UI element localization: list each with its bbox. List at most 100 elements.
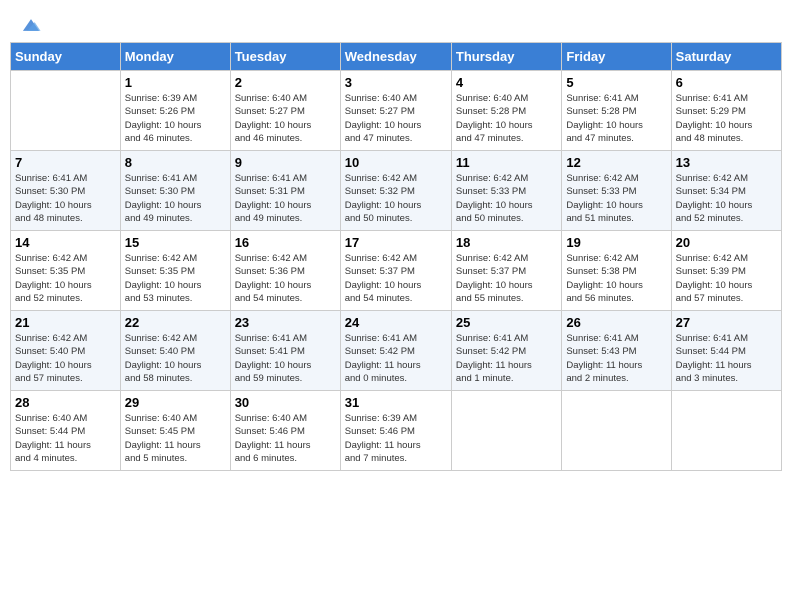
day-info: Sunrise: 6:40 AM Sunset: 5:28 PM Dayligh… [456,92,557,145]
day-cell: 11Sunrise: 6:42 AM Sunset: 5:33 PM Dayli… [451,151,561,231]
day-info: Sunrise: 6:40 AM Sunset: 5:27 PM Dayligh… [345,92,447,145]
week-row-4: 21 Sunrise: 6:42 AM Sunset: 5:40 PM Dayli… [11,311,782,391]
day-number: 14 [15,235,116,250]
day-cell: 25 Sunrise: 6:41 AM Sunset: 5:42 PM Dayli… [451,311,561,391]
day-info: Sunrise: 6:39 AM Sunset: 5:26 PM Dayligh… [125,92,226,145]
column-header-tuesday: Tuesday [230,43,340,71]
day-info: Sunrise: 6:41 AM Sunset: 5:30 PM Dayligh… [15,172,116,225]
column-header-monday: Monday [120,43,230,71]
day-number: 23 [235,315,336,330]
day-cell: 12 Sunrise: 6:42 AM Sunset: 5:33 PM Dayli… [562,151,671,231]
day-info: Sunrise: 6:41 AM Sunset: 5:43 PM Dayligh… [566,332,666,385]
day-number: 8 [125,155,226,170]
day-cell: 4 Sunrise: 6:40 AM Sunset: 5:28 PM Daylig… [451,71,561,151]
day-cell [451,391,561,471]
column-header-saturday: Saturday [671,43,781,71]
column-header-wednesday: Wednesday [340,43,451,71]
day-cell: 19 Sunrise: 6:42 AM Sunset: 5:38 PM Dayli… [562,231,671,311]
day-cell: 3 Sunrise: 6:40 AM Sunset: 5:27 PM Daylig… [340,71,451,151]
day-cell: 16 Sunrise: 6:42 AM Sunset: 5:36 PM Dayli… [230,231,340,311]
day-number: 28 [15,395,116,410]
day-number: 12 [566,155,666,170]
day-number: 6 [676,75,777,90]
day-info: Sunrise: 6:41 AM Sunset: 5:28 PM Dayligh… [566,92,666,145]
day-number: 17 [345,235,447,250]
day-cell: 26 Sunrise: 6:41 AM Sunset: 5:43 PM Dayli… [562,311,671,391]
week-row-2: 7 Sunrise: 6:41 AM Sunset: 5:30 PM Daylig… [11,151,782,231]
day-info: Sunrise: 6:39 AM Sunset: 5:46 PM Dayligh… [345,412,447,465]
day-cell: 30 Sunrise: 6:40 AM Sunset: 5:46 PM Dayli… [230,391,340,471]
day-number: 1 [125,75,226,90]
day-info: Sunrise: 6:41 AM Sunset: 5:42 PM Dayligh… [345,332,447,385]
day-cell: 1 Sunrise: 6:39 AM Sunset: 5:26 PM Daylig… [120,71,230,151]
day-cell: 18 Sunrise: 6:42 AM Sunset: 5:37 PM Dayli… [451,231,561,311]
day-cell: 29 Sunrise: 6:40 AM Sunset: 5:45 PM Dayli… [120,391,230,471]
day-number: 18 [456,235,557,250]
day-info: Sunrise: 6:42 AM Sunset: 5:33 PM Dayligh… [566,172,666,225]
day-cell: 6 Sunrise: 6:41 AM Sunset: 5:29 PM Daylig… [671,71,781,151]
day-info: Sunrise: 6:41 AM Sunset: 5:29 PM Dayligh… [676,92,777,145]
day-number: 3 [345,75,447,90]
day-cell: 21Sunrise: 6:42 AM Sunset: 5:40 PM Dayli… [11,311,121,391]
day-number: 31 [345,395,447,410]
column-header-sunday: Sunday [11,43,121,71]
week-row-1: 1 Sunrise: 6:39 AM Sunset: 5:26 PM Daylig… [11,71,782,151]
day-info: Sunrise: 6:40 AM Sunset: 5:44 PM Dayligh… [15,412,116,465]
day-number: 4 [456,75,557,90]
day-cell: 2Sunrise: 6:40 AM Sunset: 5:27 PM Daylig… [230,71,340,151]
day-info: Sunrise: 6:41 AM Sunset: 5:41 PM Dayligh… [235,332,336,385]
day-cell: 15 Sunrise: 6:42 AM Sunset: 5:35 PM Dayli… [120,231,230,311]
column-header-thursday: Thursday [451,43,561,71]
day-number: 26 [566,315,666,330]
day-number: 30 [235,395,336,410]
day-info: Sunrise: 6:42 AM Sunset: 5:39 PM Dayligh… [676,252,777,305]
day-cell: 27 Sunrise: 6:41 AM Sunset: 5:44 PM Dayli… [671,311,781,391]
day-cell: 20 Sunrise: 6:42 AM Sunset: 5:39 PM Dayli… [671,231,781,311]
week-row-3: 14 Sunrise: 6:42 AM Sunset: 5:35 PM Dayli… [11,231,782,311]
day-cell: 8 Sunrise: 6:41 AM Sunset: 5:30 PM Daylig… [120,151,230,231]
page-header [10,10,782,36]
day-cell: 23 Sunrise: 6:41 AM Sunset: 5:41 PM Dayli… [230,311,340,391]
day-info: Sunrise: 6:40 AM Sunset: 5:46 PM Dayligh… [235,412,336,465]
week-row-5: 28 Sunrise: 6:40 AM Sunset: 5:44 PM Dayli… [11,391,782,471]
day-number: 24 [345,315,447,330]
calendar-table: SundayMondayTuesdayWednesdayThursdayFrid… [10,42,782,471]
day-info: Sunrise: 6:40 AM Sunset: 5:45 PM Dayligh… [125,412,226,465]
day-cell [671,391,781,471]
day-info: Sunrise: 6:42 AM Sunset: 5:36 PM Dayligh… [235,252,336,305]
day-number: 2 [235,75,336,90]
logo [18,14,42,32]
day-number: 29 [125,395,226,410]
day-number: 19 [566,235,666,250]
logo-icon [20,14,42,36]
day-number: 7 [15,155,116,170]
day-info: Sunrise: 6:41 AM Sunset: 5:42 PM Dayligh… [456,332,557,385]
day-cell: 13 Sunrise: 6:42 AM Sunset: 5:34 PM Dayli… [671,151,781,231]
day-info: Sunrise: 6:42 AM Sunset: 5:40 PM Dayligh… [125,332,226,385]
day-number: 21 [15,315,116,330]
day-info: Sunrise: 6:41 AM Sunset: 5:44 PM Dayligh… [676,332,777,385]
day-cell: 9Sunrise: 6:41 AM Sunset: 5:31 PM Daylig… [230,151,340,231]
day-info: Sunrise: 6:42 AM Sunset: 5:37 PM Dayligh… [456,252,557,305]
day-cell: 22 Sunrise: 6:42 AM Sunset: 5:40 PM Dayli… [120,311,230,391]
day-cell: 7 Sunrise: 6:41 AM Sunset: 5:30 PM Daylig… [11,151,121,231]
day-info: Sunrise: 6:41 AM Sunset: 5:30 PM Dayligh… [125,172,226,225]
day-number: 13 [676,155,777,170]
day-number: 20 [676,235,777,250]
day-number: 16 [235,235,336,250]
day-cell: 17 Sunrise: 6:42 AM Sunset: 5:37 PM Dayli… [340,231,451,311]
day-info: Sunrise: 6:42 AM Sunset: 5:37 PM Dayligh… [345,252,447,305]
day-number: 27 [676,315,777,330]
day-cell: 28 Sunrise: 6:40 AM Sunset: 5:44 PM Dayli… [11,391,121,471]
day-info: Sunrise: 6:42 AM Sunset: 5:38 PM Dayligh… [566,252,666,305]
day-cell: 24 Sunrise: 6:41 AM Sunset: 5:42 PM Dayli… [340,311,451,391]
day-info: Sunrise: 6:42 AM Sunset: 5:34 PM Dayligh… [676,172,777,225]
day-number: 25 [456,315,557,330]
day-number: 15 [125,235,226,250]
day-cell [11,71,121,151]
day-info: Sunrise: 6:42 AM Sunset: 5:35 PM Dayligh… [125,252,226,305]
day-info: Sunrise: 6:42 AM Sunset: 5:35 PM Dayligh… [15,252,116,305]
day-number: 22 [125,315,226,330]
day-number: 9 [235,155,336,170]
day-number: 10 [345,155,447,170]
